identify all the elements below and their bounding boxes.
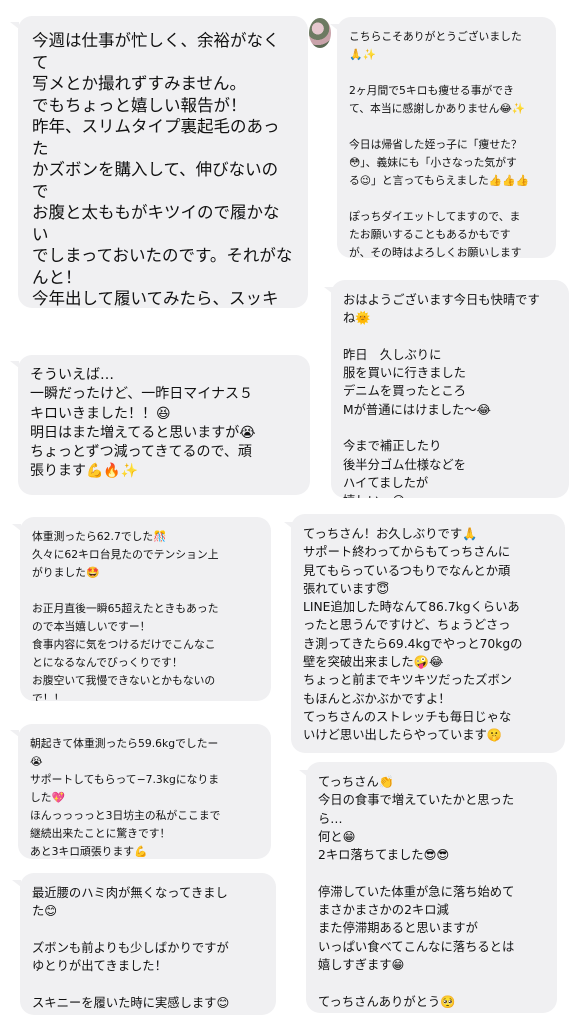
message-bubble: こちらこそありがとうございました 🙏✨ 2ヶ月間で5キロも痩せる事ができ て、本… [337,17,556,258]
message-bubble: 最近腰のハミ肉が無くなってきまし た😊 ズボンも前よりも少しばかりですが ゆとり… [20,873,276,1015]
message-bubble: 今週は仕事が忙しく、余裕がなくて 写メとか撮れずすみません。 でもちょっと嬉しい… [18,16,308,308]
message-bubble: てっちさん！お久しぶりです🙏 サポート終わってからもてっちさんに 見てもらってい… [291,514,565,753]
message-bubble: おはようございます今日も快晴です ね🌞 昨日 久しぶりに 服を買いに行きました … [331,280,569,498]
message-bubble: てっちさん👏 今日の食事で増えていたかと思った ら… 何と😁 2キロ落ちてました… [306,762,557,1013]
avatar [309,18,331,48]
message-bubble: 朝起きて体重測ったら59.6kgでしたー 😭 サポートしてもらって−7.3kgに… [18,724,271,859]
message-bubble: 体重測ったら62.7でした🎊 久々に62キロ台見たのでテンション上 がりました🤩… [20,517,271,701]
message-bubble: そういえば… 一瞬だったけど、一昨日マイナス５ キロいきました！！😆 明日はまた… [18,355,310,495]
